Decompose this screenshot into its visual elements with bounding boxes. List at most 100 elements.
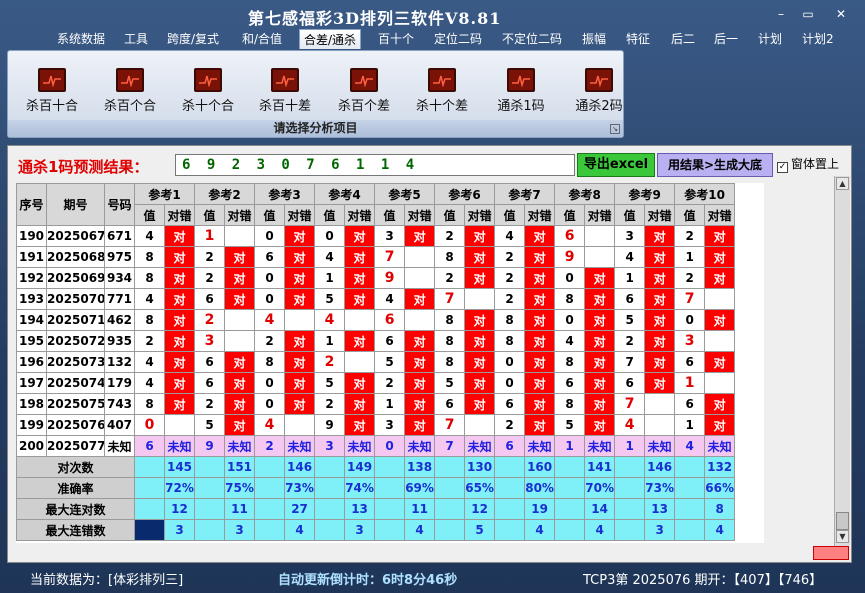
header-hit: 对错 <box>163 204 196 226</box>
menu-item-14[interactable]: 计划2 <box>798 29 838 49</box>
stats-spacer <box>194 456 226 478</box>
header-hit: 对错 <box>464 204 496 226</box>
menu-item-8[interactable]: 不定位二码 <box>498 29 566 49</box>
ribbon-button-6[interactable]: 杀十个差 <box>406 65 478 115</box>
menu-item-9[interactable]: 振幅 <box>578 29 610 49</box>
generate-base-button[interactable]: 用结果>生成大底 <box>657 153 773 177</box>
ref-value: 8 <box>134 267 165 289</box>
ribbon-button-8[interactable]: 通杀2码 <box>563 65 635 115</box>
menu-item-10[interactable]: 特征 <box>622 29 654 49</box>
hit-cell: 对 <box>464 309 496 331</box>
data-grid[interactable]: 序号 期号 号码 参考1 参考2 参考3 参考4 参考5 参考6 参考7 参考8 参考9 参考10 值对错… <box>16 183 764 543</box>
table-row[interactable]: 195 2025072 935 2 对 3 2 对 1 对 6 对 8 对 8 对 4 对 2 对 3 <box>16 330 736 352</box>
ribbon-button-1[interactable]: 杀百十合 <box>16 65 88 115</box>
hit-cell: 对 <box>404 225 436 247</box>
ref-value: 2 <box>374 372 406 394</box>
header-value: 值 <box>254 204 286 226</box>
minimize-button[interactable]: – <box>770 6 792 22</box>
menu-item-11[interactable]: 后二 <box>667 29 699 49</box>
row-period: 2025067 <box>46 225 105 247</box>
ribbon-button-3[interactable]: 杀十个合 <box>172 65 244 115</box>
ref-value: 6 <box>194 288 226 310</box>
header-hit: 对错 <box>704 204 736 226</box>
ribbon-launcher-icon[interactable]: ↘ <box>610 124 620 134</box>
header-value: 值 <box>674 204 706 226</box>
hit-cell: 对 <box>404 372 436 394</box>
menu-item-12[interactable]: 后一 <box>710 29 742 49</box>
table-row[interactable]: 191 2025068 975 8 对 2 对 6 对 4 对 7 8 对 2 对 9 4 对 1 对 <box>16 246 736 268</box>
header-value: 值 <box>614 204 646 226</box>
menu-item-13[interactable]: 计划 <box>754 29 786 49</box>
menu-item-7[interactable]: 定位二码 <box>430 29 486 49</box>
stats-row: 最大连对数 12 11 27 13 11 12 19 14 13 8 <box>16 498 736 520</box>
row-seq: 197 <box>16 372 47 394</box>
table-row-pending[interactable]: 200 2025077 未知 6 未知 9 未知 2 未知 3 未知 0 未知 7 未知 6 未知 1 未知 1 未知 4… <box>16 435 736 457</box>
topmost-checkbox[interactable]: ✓ 窗体置上 <box>777 155 839 173</box>
menu-item-5[interactable]: 合差/通杀 <box>299 29 362 49</box>
menu-item-2[interactable]: 工具 <box>120 29 152 49</box>
hit-cell: 对 <box>584 372 616 394</box>
ref-value: 8 <box>134 246 165 268</box>
row-period: 2025076 <box>46 414 105 436</box>
table-row[interactable]: 198 2025075 743 8 对 2 对 0 对 2 对 1 对 6 对 6 对 8 对 7 6 对 <box>16 393 736 415</box>
table-row[interactable]: 192 2025069 934 8 对 2 对 0 对 1 对 9 2 对 2 对 0 对 1 对 2 对 <box>16 267 736 289</box>
hit-cell: 对 <box>404 330 436 352</box>
table-row[interactable]: 199 2025076 407 0 5 对 4 9 对 3 对 7 2 对 5 对 4 1 对 <box>16 414 736 436</box>
ribbon-button-5[interactable]: 杀百个差 <box>328 65 400 115</box>
hit-cell: 对 <box>344 246 376 268</box>
hit-cell: 对 <box>644 372 676 394</box>
stats-spacer <box>194 519 226 541</box>
header-hit: 对错 <box>644 204 676 226</box>
ref-value: 8 <box>494 309 526 331</box>
stats-value: 3 <box>163 519 196 541</box>
hit-cell: 对 <box>224 288 256 310</box>
hit-cell: 对 <box>524 288 556 310</box>
close-button[interactable]: ✕ <box>830 6 852 22</box>
hit-cell: 对 <box>524 225 556 247</box>
scroll-down-icon[interactable]: ▼ <box>836 530 849 543</box>
menu-item-1[interactable]: 系统数据 <box>53 29 109 49</box>
menu-item-6[interactable]: 百十个 <box>374 29 418 49</box>
maximize-button[interactable]: ▭ <box>797 6 819 22</box>
stats-spacer <box>554 498 586 520</box>
stats-spacer <box>494 456 526 478</box>
check-icon[interactable]: ✓ <box>777 162 788 173</box>
row-number: 935 <box>104 330 135 352</box>
table-row[interactable]: 190 2025067 671 4 对 1 0 对 0 对 3 对 2 对 4 对 6 3 对 2 对 <box>16 225 736 247</box>
ref-value: 6 <box>674 351 706 373</box>
export-excel-button[interactable]: 导出excel <box>577 153 655 177</box>
ribbon-button-7[interactable]: 通杀1码 <box>485 65 557 115</box>
stats-spacer <box>194 477 226 499</box>
prediction-result-field[interactable]: 6 9 2 3 0 7 6 1 1 4 <box>175 154 575 176</box>
ref-value: 2 <box>494 267 526 289</box>
table-row[interactable]: 197 2025074 179 4 对 6 对 0 对 5 对 2 对 5 对 0 对 6 对 6 对 1 <box>16 372 736 394</box>
scrollbar-thumb[interactable] <box>836 512 849 530</box>
stats-value: 11 <box>404 498 436 520</box>
table-row[interactable]: 194 2025071 462 8 对 2 4 4 6 8 对 8 对 0 对 5 对 0 对 <box>16 309 736 331</box>
row-number: 132 <box>104 351 135 373</box>
hit-cell: 对 <box>704 351 736 373</box>
menu-item-3[interactable]: 跨度/复式 <box>163 29 223 49</box>
scroll-up-icon[interactable]: ▲ <box>836 177 849 190</box>
stats-spacer <box>374 498 406 520</box>
stats-spacer <box>134 498 165 520</box>
header-value: 值 <box>434 204 466 226</box>
miss-cell <box>644 393 676 415</box>
ref-value: 5 <box>194 414 226 436</box>
hit-cell: 对 <box>584 288 616 310</box>
menu-item-4[interactable]: 和/合值 <box>238 29 286 49</box>
table-row[interactable]: 196 2025073 132 4 对 6 对 8 对 2 5 对 8 对 0 对 8 对 7 对 6 对 <box>16 351 736 373</box>
table-row[interactable]: 193 2025070 771 4 对 6 对 0 对 5 对 4 对 7 2 对 8 对 6 对 7 <box>16 288 736 310</box>
miss-cell <box>644 414 676 436</box>
stats-spacer <box>254 519 286 541</box>
hit-cell: 对 <box>344 393 376 415</box>
stats-spacer <box>134 477 165 499</box>
hit-cell: 对 <box>163 288 196 310</box>
ribbon-button-4[interactable]: 杀百十差 <box>249 65 321 115</box>
ref-value: 8 <box>134 309 165 331</box>
ribbon-button-2[interactable]: 杀百个合 <box>94 65 166 115</box>
ref-value: 6 <box>674 393 706 415</box>
vertical-scrollbar[interactable]: ▲ ▼ <box>834 176 850 546</box>
stats-value: 73% <box>284 477 316 499</box>
hit-cell: 对 <box>224 246 256 268</box>
